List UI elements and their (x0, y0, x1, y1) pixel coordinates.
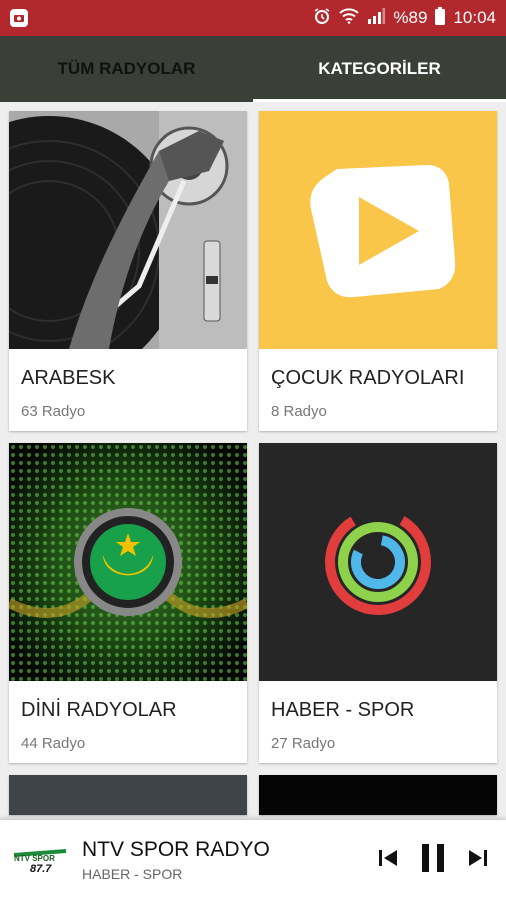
category-card-arabesk[interactable]: ARABESK 63 Radyo (9, 111, 247, 431)
category-title: DİNİ RADYOLAR (21, 699, 177, 721)
category-count: 63 Radyo (21, 403, 86, 420)
now-playing-bar[interactable]: NTV SPOR 87.7 NTV SPOR RADYO HABER - SPO… (0, 820, 506, 900)
activity-rings-image (259, 443, 497, 681)
category-count: 8 Radyo (271, 403, 327, 420)
svg-text:87.7: 87.7 (30, 863, 52, 875)
svg-text:NTV SPOR: NTV SPOR (14, 854, 55, 863)
category-card-partial-right[interactable] (259, 775, 497, 815)
playback-controls (378, 843, 488, 878)
skip-next-icon[interactable] (468, 849, 488, 872)
skip-previous-icon[interactable] (378, 849, 398, 872)
battery-percent: %89 (393, 8, 428, 27)
play-logo-image (259, 111, 497, 349)
tab-categories[interactable]: KATEGORİLER (253, 36, 506, 102)
category-count: 44 Radyo (21, 735, 86, 752)
now-playing-meta: NTV SPOR RADYO HABER - SPOR (82, 838, 270, 882)
category-card-haber-spor[interactable]: HABER - SPOR 27 Radyo (259, 443, 497, 763)
category-title: ÇOCUK RADYOLARI (271, 367, 465, 389)
tab-all-radios[interactable]: TÜM RADYOLAR (0, 36, 253, 102)
station-logo: NTV SPOR 87.7 (12, 845, 68, 875)
station-category: HABER - SPOR (82, 866, 183, 882)
alarm-icon (313, 7, 331, 30)
category-count: 27 Radyo (271, 735, 336, 752)
clock: 10:04 (453, 8, 496, 27)
signal-icon (367, 7, 386, 29)
station-name: NTV SPOR RADYO (82, 838, 270, 861)
pause-icon[interactable] (420, 843, 446, 878)
tab-bar: TÜM RADYOLAR KATEGORİLER (0, 36, 506, 102)
turntable-image (9, 111, 247, 349)
app-notification-icon (10, 9, 28, 27)
battery-icon (435, 6, 446, 30)
wifi-icon (339, 7, 360, 29)
crescent-badge-image (9, 443, 247, 681)
category-grid: ARABESK 63 Radyo ÇOCUK RADYOLARI 8 Radyo (0, 102, 506, 820)
category-title: HABER - SPOR (271, 699, 415, 721)
status-bar: %89 10:04 (0, 0, 506, 36)
category-title: ARABESK (21, 367, 116, 389)
category-card-partial-left[interactable] (9, 775, 247, 815)
category-card-dini[interactable]: DİNİ RADYOLAR 44 Radyo (9, 443, 247, 763)
category-card-cocuk[interactable]: ÇOCUK RADYOLARI 8 Radyo (259, 111, 497, 431)
